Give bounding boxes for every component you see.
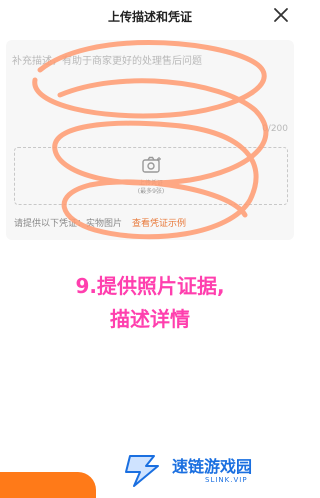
- annotation-line-1: 9.提供照片证据,: [75, 274, 225, 298]
- watermark-title: 速链游戏园: [172, 457, 253, 476]
- watermark-logo: [125, 455, 159, 487]
- submit-button[interactable]: [0, 472, 96, 498]
- annotation-scribble: [32, 40, 269, 240]
- annotation-line-2: 描述详情: [110, 307, 190, 331]
- watermark-subtitle: SLINK.VIP: [205, 476, 248, 484]
